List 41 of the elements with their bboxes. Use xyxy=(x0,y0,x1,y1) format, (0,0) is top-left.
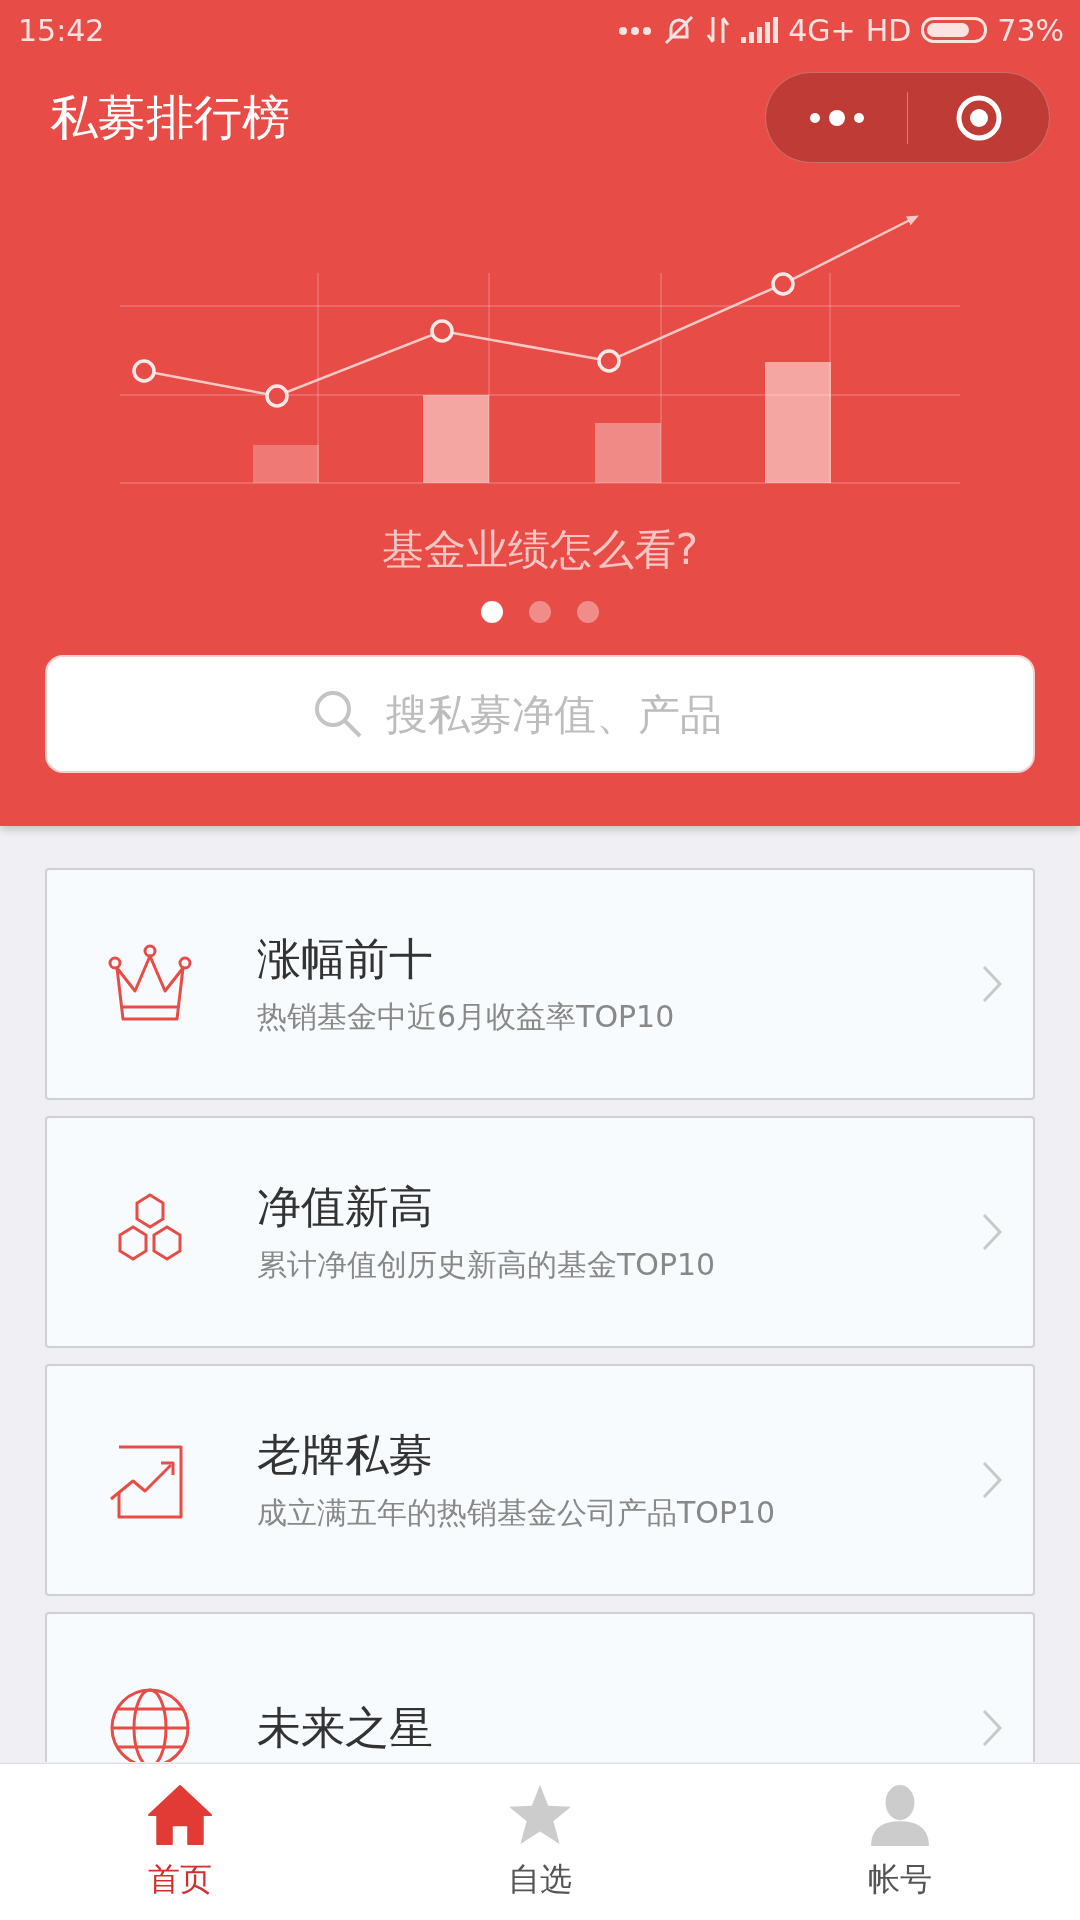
card-subtitle: 热销基金中近6月收益率TOP10 xyxy=(257,998,676,1036)
data-arrows-icon xyxy=(706,15,731,45)
card-title: 净值新高 xyxy=(257,1180,434,1234)
chart-point xyxy=(132,359,156,383)
card-title: 老牌私募 xyxy=(257,1428,434,1482)
hd-indicator: HD xyxy=(865,12,912,48)
chevron-icon xyxy=(981,1460,1003,1500)
chart-point xyxy=(771,272,795,296)
tab-item[interactable]: 自选 xyxy=(360,1764,720,1920)
chart-bar xyxy=(595,423,661,483)
chart-bar xyxy=(253,445,319,483)
search-field[interactable]: 搜私募净值、产品 xyxy=(384,688,768,740)
card-subtitle: 成立满五年的热销基金公司产品TOP10 xyxy=(257,1494,777,1532)
battery-percent: 73% xyxy=(997,12,1064,48)
battery-icon xyxy=(921,17,988,43)
banner-caption: 基金业绩怎么看? xyxy=(380,525,700,575)
chart-point xyxy=(265,384,289,408)
tab-item[interactable]: 首页 xyxy=(0,1764,360,1920)
chevron-icon xyxy=(981,964,1003,1004)
ranking-card[interactable]: 净值新高 累计净值创历史新高的基金TOP10 xyxy=(45,1116,1035,1348)
chart-point xyxy=(430,319,454,343)
ranking-card[interactable]: 未来之星 xyxy=(45,1612,1035,1762)
card-title: 未来之星 xyxy=(257,1700,434,1755)
page-dot[interactable] xyxy=(577,601,599,623)
card-title: 涨幅前十 xyxy=(257,932,434,986)
page-dot[interactable] xyxy=(481,601,503,623)
network-type: 4G+ xyxy=(788,12,856,48)
ranking-card[interactable]: 涨幅前十 热销基金中近6月收益率TOP10 xyxy=(45,868,1035,1100)
search-icon xyxy=(312,688,364,740)
page-dot[interactable] xyxy=(529,601,551,623)
ranking-card[interactable]: 老牌私募 成立满五年的热销基金公司产品TOP10 xyxy=(45,1364,1035,1596)
status-time: 15:42 xyxy=(18,12,105,48)
tab-item[interactable]: 帐号 xyxy=(720,1764,1080,1920)
more-dots-icon xyxy=(618,25,653,36)
signal-icon xyxy=(740,15,779,45)
card-subtitle: 累计净值创历史新高的基金TOP10 xyxy=(257,1246,717,1284)
home-icon xyxy=(147,1782,213,1848)
chart-point xyxy=(597,349,621,373)
chevron-icon xyxy=(981,1708,1003,1748)
chevron-icon xyxy=(981,1212,1003,1252)
page-title: 私募排行榜 xyxy=(50,87,291,147)
